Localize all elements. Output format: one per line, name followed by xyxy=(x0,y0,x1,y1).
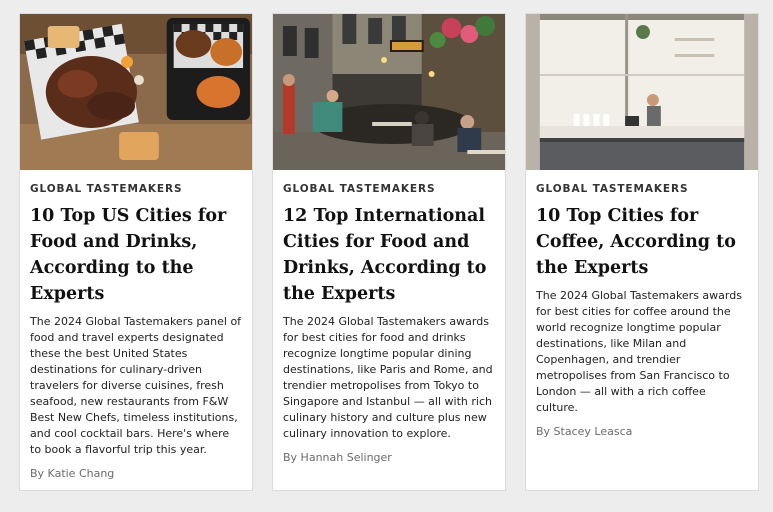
card-title[interactable]: 10 Top Cities for Coffee, According to t… xyxy=(536,203,748,281)
card-byline[interactable]: By Hannah Selinger xyxy=(283,451,495,464)
card-byline[interactable]: By Stacey Leasca xyxy=(536,425,748,438)
card-title[interactable]: 10 Top US Cities for Food and Drinks, Ac… xyxy=(30,203,242,307)
article-card-us-cities[interactable]: GLOBAL TASTEMAKERS 10 Top US Cities for … xyxy=(19,13,253,491)
card-byline[interactable]: By Katie Chang xyxy=(30,467,242,480)
article-card-international-cities[interactable]: GLOBAL TASTEMAKERS 12 Top International … xyxy=(272,13,506,491)
card-description: The 2024 Global Tastemakers panel of foo… xyxy=(30,315,242,456)
article-card-coffee-cities[interactable]: GLOBAL TASTEMAKERS 10 Top Cities for Cof… xyxy=(525,13,759,491)
card-kicker[interactable]: GLOBAL TASTEMAKERS xyxy=(536,183,748,195)
street-dining-photo[interactable] xyxy=(273,14,505,170)
card-description: The 2024 Global Tastemakers awards for b… xyxy=(536,289,742,414)
card-title[interactable]: 12 Top International Cities for Food and… xyxy=(283,203,495,307)
card-kicker[interactable]: GLOBAL TASTEMAKERS xyxy=(283,183,495,195)
card-kicker[interactable]: GLOBAL TASTEMAKERS xyxy=(30,183,242,195)
bbq-platter-photo[interactable] xyxy=(20,14,252,170)
coffee-shop-photo[interactable] xyxy=(526,14,758,170)
card-description: The 2024 Global Tastemakers awards for b… xyxy=(283,315,493,440)
